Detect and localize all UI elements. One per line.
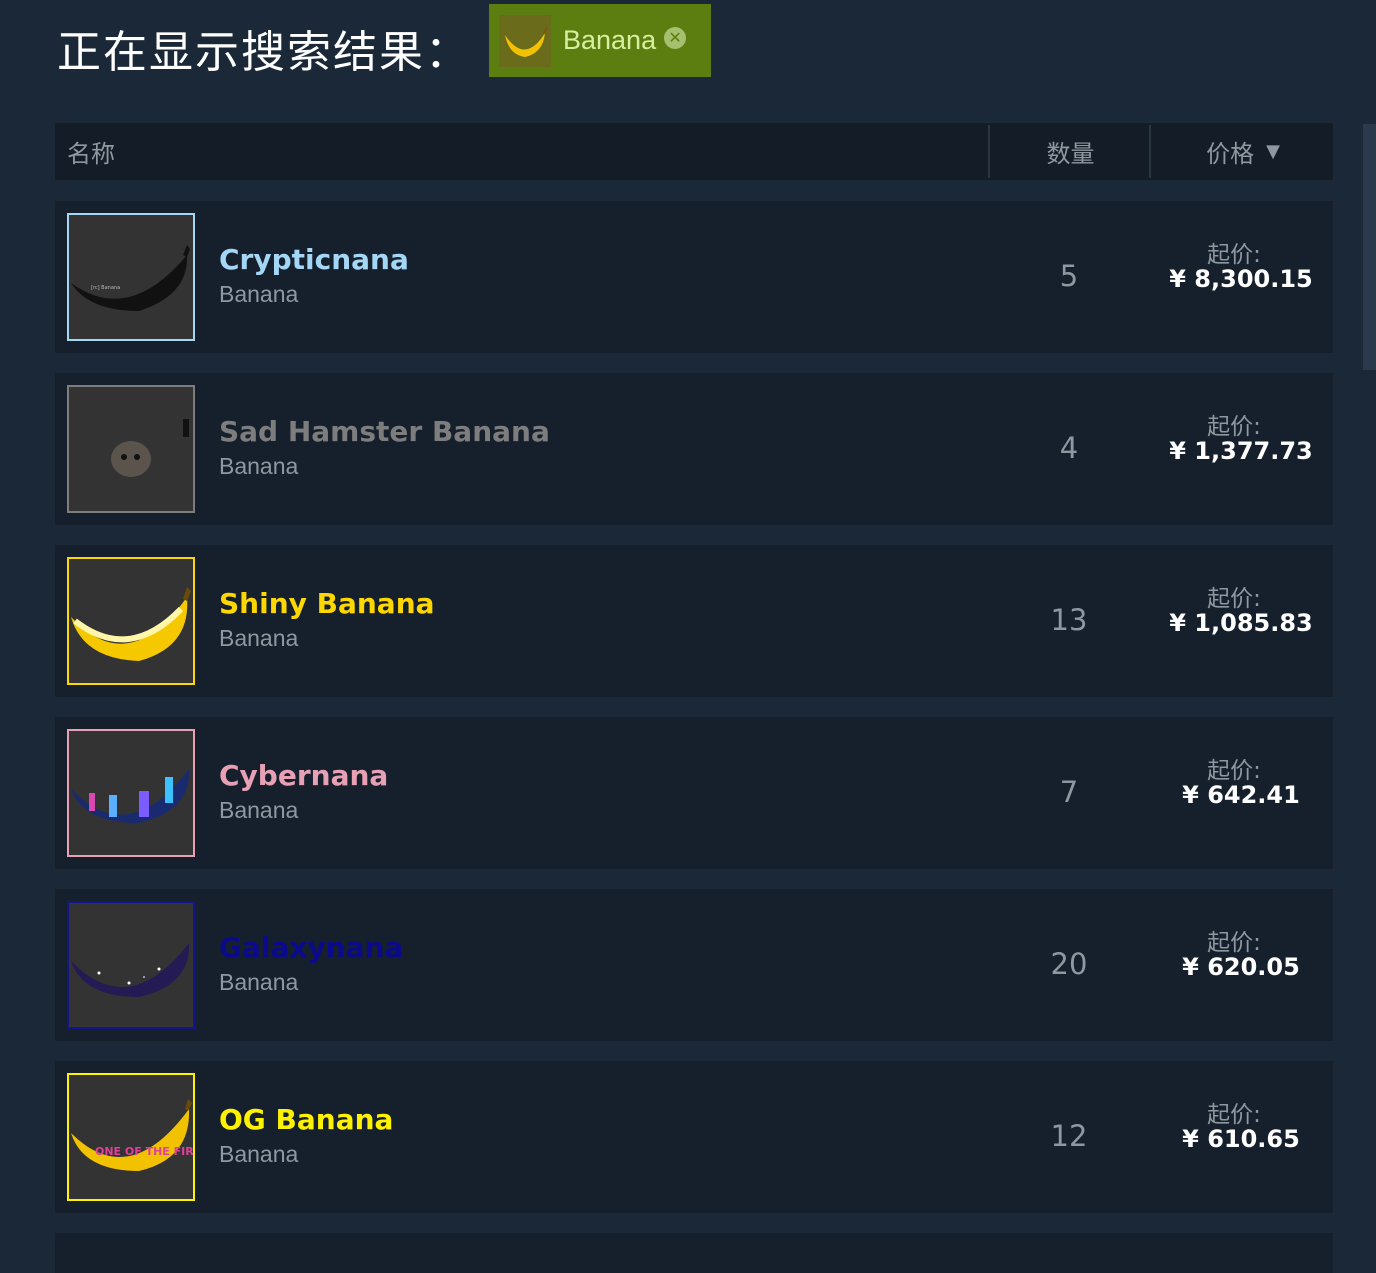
item-quantity: 4	[1059, 431, 1079, 465]
table-row[interactable]: Shiny Banana Banana 13 起价: ¥ 1,085.83	[55, 545, 1333, 697]
item-price: ¥ 1,085.83	[1169, 609, 1313, 637]
item-game: Banana	[219, 797, 299, 823]
svg-text:ONE OF THE FIRST: ONE OF THE FIRST	[95, 1145, 193, 1158]
item-game: Banana	[219, 625, 299, 651]
item-game: Banana	[219, 281, 299, 307]
item-name[interactable]: Galaxynana	[219, 931, 403, 964]
price-prefix: 起价:	[1207, 586, 1261, 612]
item-game: Banana	[219, 969, 299, 995]
item-quantity: 20	[1050, 947, 1088, 981]
item-price: ¥ 642.41	[1182, 781, 1300, 809]
item-image[interactable]	[67, 901, 195, 1029]
item-name[interactable]: OG Banana	[219, 1103, 393, 1136]
table-row[interactable]: ONE OF THE FIRST OG Banana Banana 12 起价:¥ 61…	[55, 1061, 1333, 1213]
price-prefix: 起价:	[1207, 930, 1261, 956]
item-quantity: 12	[1050, 1119, 1088, 1153]
item-game: Banana	[219, 453, 299, 479]
table-row[interactable]: Galaxynana Banana 20 起价: ¥ 620.05	[55, 889, 1333, 1041]
price-prefix: 起价:	[1207, 758, 1261, 784]
item-image[interactable]	[67, 729, 195, 857]
column-header-quantity[interactable]: 数量	[988, 125, 1151, 178]
item-image[interactable]: ONE OF THE FIRST	[67, 1073, 195, 1201]
table-row[interactable]: [rc] Banana Crypticnana Banana 5 起价: ¥ 8,300.…	[55, 201, 1333, 353]
item-name[interactable]: Crypticnana	[219, 243, 409, 276]
item-quantity: 5	[1059, 259, 1079, 293]
item-price: ¥ 620.05	[1182, 953, 1300, 981]
item-image[interactable]	[67, 385, 195, 513]
scrollbar[interactable]	[1363, 124, 1376, 370]
close-circle-icon[interactable]: ✕	[664, 26, 687, 49]
item-image[interactable]: [rc] Banana	[67, 213, 195, 341]
item-price: ¥ 8,300.15	[1169, 265, 1313, 293]
column-header-price[interactable]: 价格 ▼	[1149, 125, 1335, 178]
filter-tag-label: Banana	[563, 25, 657, 55]
item-image[interactable]	[67, 557, 195, 685]
banana-icon	[499, 14, 551, 67]
price-prefix: 起价:	[1207, 1102, 1261, 1128]
item-game: Banana	[219, 1141, 299, 1167]
table-row[interactable]: Sad Hamster Banana Banana 4 起价: ¥ 1,377.73	[55, 373, 1333, 525]
item-quantity: 7	[1059, 775, 1079, 809]
price-prefix: 起价:	[1207, 242, 1261, 268]
table-row[interactable]: Cybernana Banana 7 起价: ¥ 642.41	[55, 717, 1333, 869]
column-header-name[interactable]: 名称	[67, 123, 115, 180]
sort-descending-icon: ▼	[1266, 141, 1280, 162]
price-prefix: 起价:	[1207, 414, 1261, 440]
svg-text:[rc] Banana: [rc] Banana	[91, 285, 120, 291]
page-title: 正在显示搜索结果：	[57, 27, 471, 78]
item-name[interactable]: Cybernana	[219, 759, 388, 792]
item-price: ¥ 610.65	[1182, 1125, 1300, 1153]
item-name[interactable]: Sad Hamster Banana	[219, 415, 550, 448]
table-row[interactable]	[55, 1233, 1333, 1273]
table-header: 名称 数量 价格 ▼	[55, 123, 1333, 180]
item-price: ¥ 1,377.73	[1169, 437, 1313, 465]
filter-tag-banana[interactable]: Banana ✕	[489, 4, 711, 77]
item-quantity: 13	[1050, 603, 1088, 637]
item-name[interactable]: Shiny Banana	[219, 587, 435, 620]
